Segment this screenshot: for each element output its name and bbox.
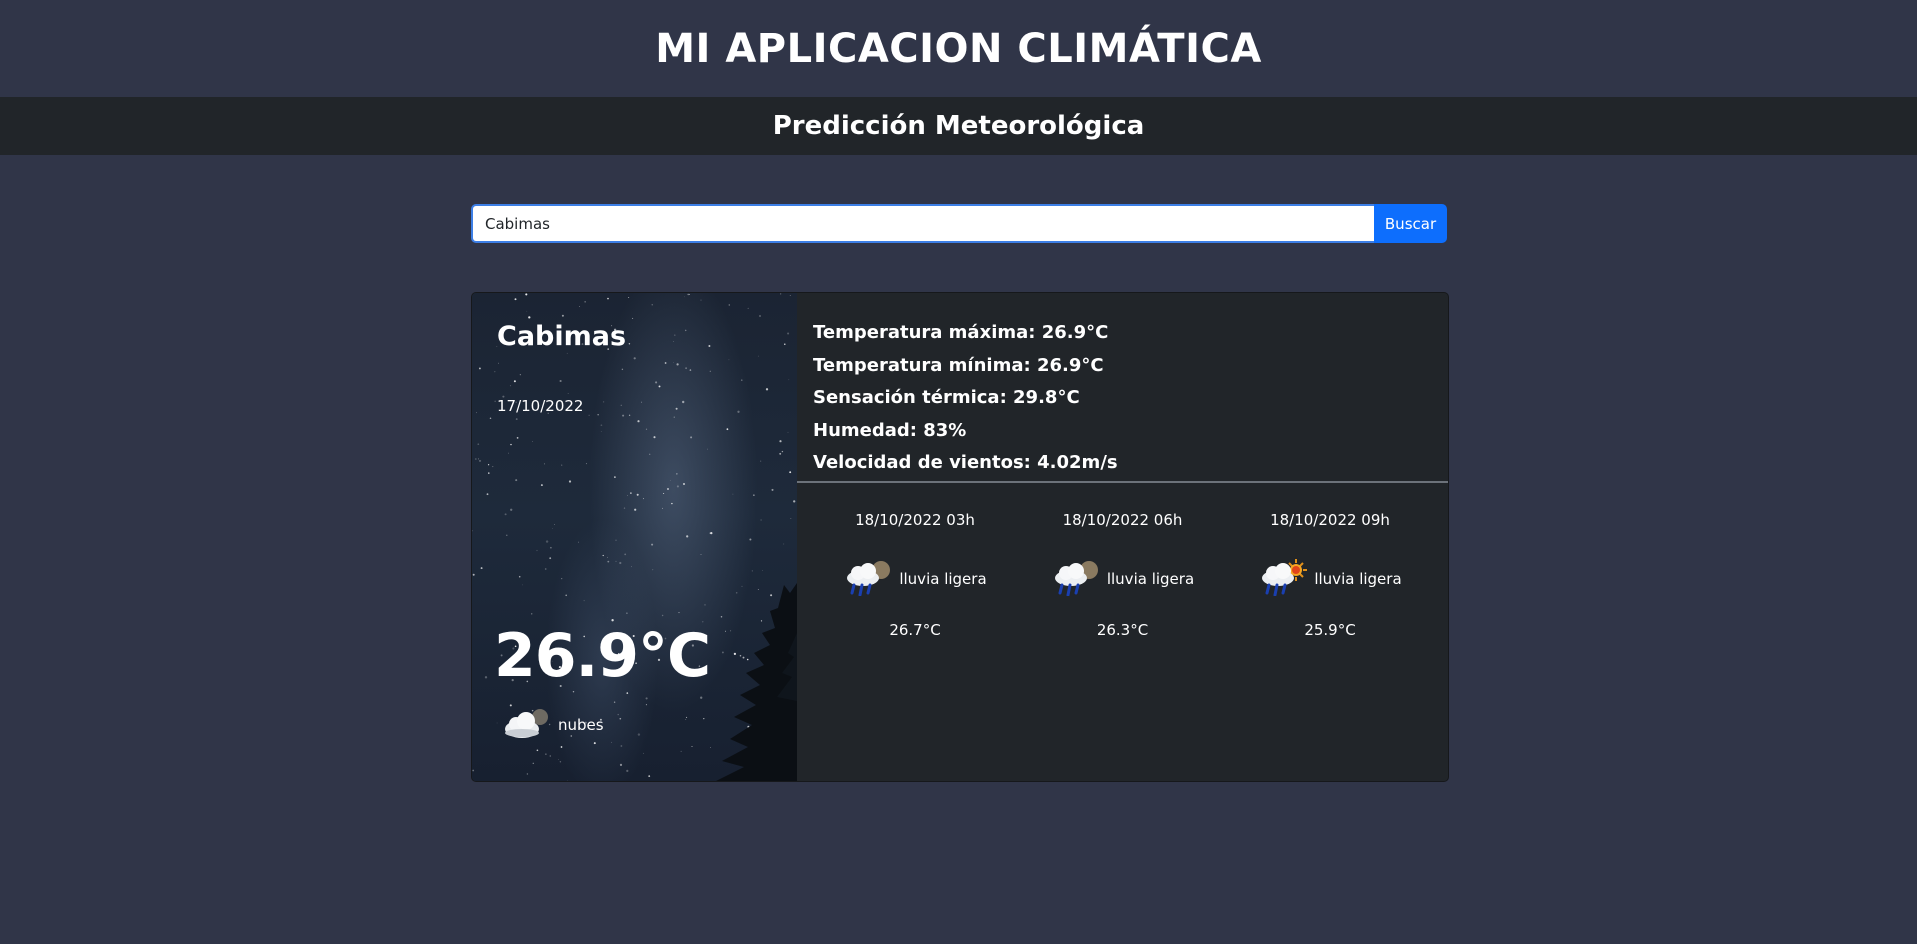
city-name: Cabimas <box>497 321 627 352</box>
forecast-item: 18/10/2022 06h lluvia ligera 26.3°C <box>1023 511 1223 639</box>
search-button[interactable]: Buscar <box>1374 204 1447 243</box>
feels-like: Sensación térmica: 29.8°C <box>813 387 1080 408</box>
forecast-datetime: 18/10/2022 06h <box>1062 511 1183 529</box>
current-weather-panel: Cabimas 17/10/2022 26.9°C nubes <box>472 293 797 781</box>
forecast-item: 18/10/2022 09h lluvia ligera 25.9°C <box>1230 511 1430 639</box>
forecast-item: 18/10/2022 03h lluvia ligera 26.7°C <box>815 511 1015 639</box>
forecast-condition-label: lluvia ligera <box>1314 570 1402 588</box>
rain-night-icon <box>843 558 893 600</box>
forecast-list: 18/10/2022 03h lluvia ligera 26.7°C 18/1… <box>797 483 1448 639</box>
forecast-condition: lluvia ligera <box>843 558 987 600</box>
max-temperature: Temperatura máxima: 26.9°C <box>813 322 1109 343</box>
app-title: MI APLICACION CLIMÁTICA <box>655 25 1262 72</box>
wind-speed: Velocidad de vientos: 4.02m/s <box>813 452 1118 473</box>
stats-list: Temperatura máxima: 26.9°C Temperatura m… <box>797 293 1448 480</box>
forecast-condition: lluvia ligera <box>1258 558 1402 600</box>
rain-night-icon <box>1051 558 1101 600</box>
weather-card: Cabimas 17/10/2022 26.9°C nubes Temperat… <box>471 292 1449 782</box>
cloud-night-icon <box>500 705 552 745</box>
forecast-condition: lluvia ligera <box>1051 559 1194 599</box>
forecast-temperature: 25.9°C <box>1304 621 1356 639</box>
forecast-temperature: 26.7°C <box>889 621 941 639</box>
details-panel: Temperatura máxima: 26.9°C Temperatura m… <box>797 293 1448 781</box>
current-condition-label: nubes <box>558 716 604 734</box>
current-temperature: 26.9°C <box>494 621 711 691</box>
page-subtitle: Predicción Meteorológica <box>0 97 1917 155</box>
search-bar: Buscar <box>471 204 1447 243</box>
min-temperature: Temperatura mínima: 26.9°C <box>813 354 1104 376</box>
humidity: Humedad: 83% <box>813 419 967 441</box>
rain-sun-icon <box>1258 558 1308 600</box>
forecast-condition-label: lluvia ligera <box>899 570 987 588</box>
forecast-condition-label: lluvia ligera <box>1106 570 1195 588</box>
search-input[interactable] <box>471 204 1374 243</box>
current-date: 17/10/2022 <box>497 397 584 415</box>
forecast-temperature: 26.3°C <box>1096 621 1149 639</box>
current-condition: nubes <box>500 705 604 745</box>
forecast-datetime: 18/10/2022 03h <box>855 511 975 529</box>
forecast-datetime: 18/10/2022 09h <box>1270 511 1390 529</box>
